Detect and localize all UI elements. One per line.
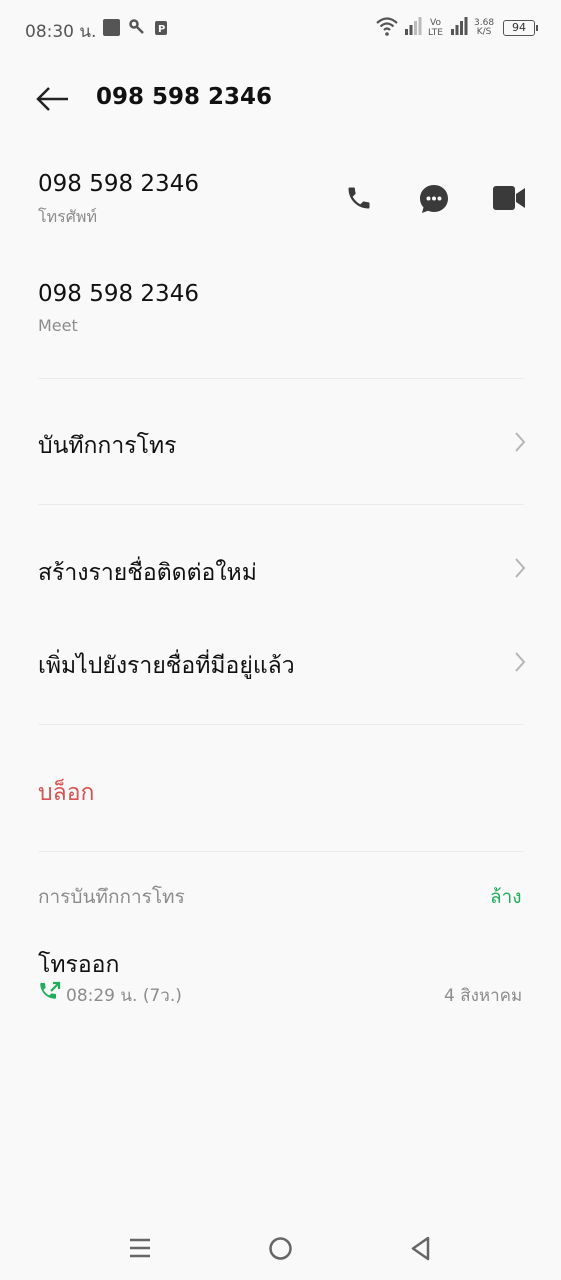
- call-log-time: 08:29 น. (7ว.): [66, 986, 182, 1006]
- divider: [38, 504, 524, 505]
- clear-button[interactable]: ล้าง: [490, 882, 522, 912]
- chevron-right-icon: [515, 432, 526, 452]
- key-icon: [129, 19, 144, 34]
- divider: [38, 851, 524, 852]
- chevron-right-icon: [515, 558, 526, 578]
- meet-type-label: Meet: [38, 316, 78, 335]
- battery-indicator: 94: [503, 20, 538, 36]
- back-triangle-icon[interactable]: [410, 1236, 432, 1261]
- message-icon[interactable]: [418, 183, 450, 215]
- divider: [38, 378, 524, 379]
- block-button[interactable]: บล็อก: [38, 775, 94, 811]
- back-arrow-icon[interactable]: [36, 86, 70, 112]
- svg-text:P: P: [158, 24, 165, 35]
- create-contact-item[interactable]: สร้างรายชื่อติดต่อใหม่: [38, 555, 257, 591]
- wifi-icon: [376, 17, 398, 36]
- home-circle-icon[interactable]: [268, 1236, 293, 1261]
- add-to-existing-item[interactable]: เพิ่มไปยังรายชื่อที่มีอยู่แล้ว: [38, 648, 295, 684]
- video-camera-icon[interactable]: [492, 185, 526, 211]
- parking-app-icon: P: [155, 21, 167, 35]
- volte-indicator: Vo LTE: [428, 18, 443, 38]
- signal-icon-2: [451, 17, 468, 35]
- call-log-section-title: การบันทึกการโทร: [38, 886, 185, 908]
- network-speed: 3.68 K/S: [474, 18, 495, 37]
- status-time: 08:30 น.: [25, 22, 97, 42]
- call-log-type[interactable]: โทรออก: [38, 947, 119, 983]
- phone-number[interactable]: 098 598 2346: [38, 171, 199, 197]
- chevron-right-icon: [515, 652, 526, 672]
- phone-type-label: โทรศัพท์: [38, 207, 97, 226]
- meet-number[interactable]: 098 598 2346: [38, 281, 199, 307]
- call-history-item[interactable]: บันทึกการโทร: [38, 428, 176, 464]
- outgoing-call-icon: [40, 981, 61, 999]
- menu-icon[interactable]: [128, 1236, 152, 1260]
- signal-icon: [405, 17, 422, 35]
- notification-square-icon: [103, 19, 120, 36]
- page-title: 098 598 2346: [96, 84, 273, 110]
- call-log-date: 4 สิงหาคม: [444, 986, 523, 1006]
- phone-icon[interactable]: [345, 184, 373, 212]
- divider: [38, 724, 524, 725]
